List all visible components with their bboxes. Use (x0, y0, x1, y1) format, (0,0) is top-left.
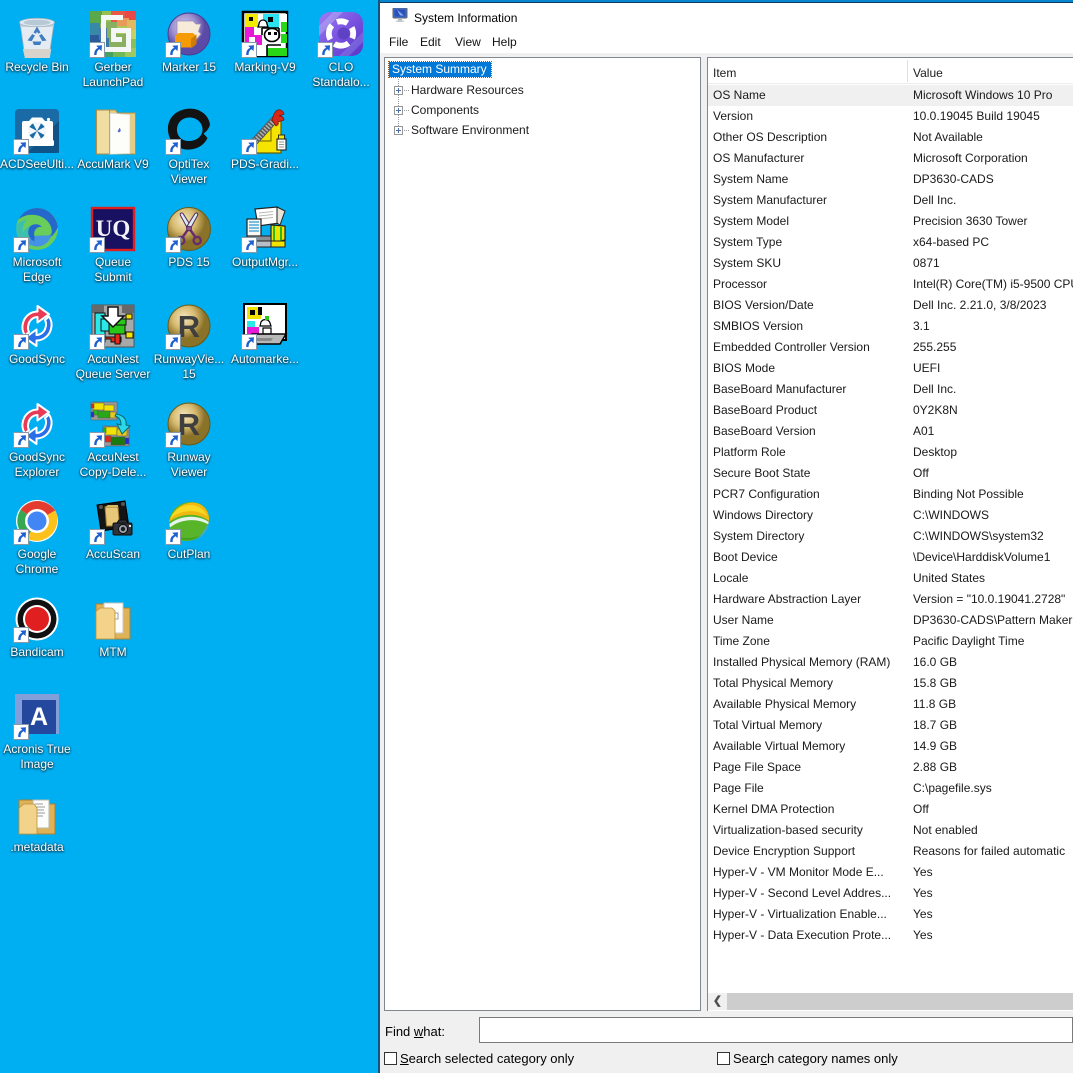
svg-text:A: A (30, 703, 48, 731)
svg-text:R: R (178, 407, 200, 442)
svg-text:R: R (178, 309, 200, 344)
